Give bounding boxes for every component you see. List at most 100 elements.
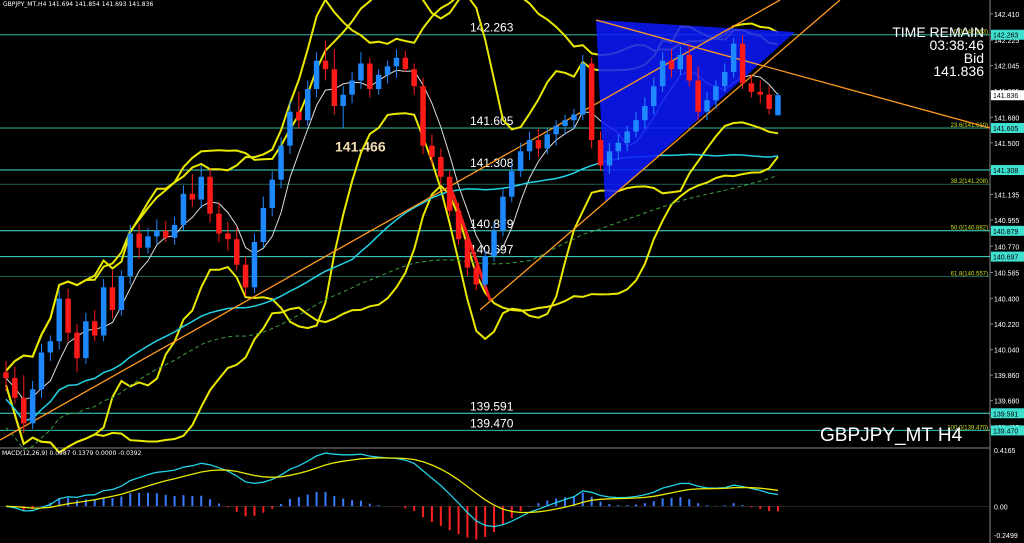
price-tick-label-8: 140.955: [994, 218, 1019, 225]
candle-body-35: [313, 60, 320, 89]
fib-label-2: 38.2(141.208): [951, 179, 988, 185]
candle-body-78: [695, 80, 701, 112]
candle-body-52: [464, 239, 471, 268]
macd-axis-top: 0.4165: [994, 448, 1016, 455]
macd-line: [5, 452, 779, 528]
candle-body-67: [597, 140, 604, 166]
candle-body-30: [269, 179, 275, 208]
candle-body-10: [92, 321, 98, 336]
candle-body-12: [109, 287, 116, 310]
axis-tag-6: 139.591: [993, 411, 1018, 418]
candle-body-11: [100, 287, 107, 336]
candle-body-24: [216, 213, 222, 234]
price-tick-label-11: 140.400: [994, 297, 1019, 304]
symbol-label: GBPJPY_MT H4: [820, 425, 963, 446]
candle-body-1: [12, 378, 18, 398]
price-tick-label-14: 139.860: [994, 373, 1019, 380]
candle-body-53: [473, 267, 479, 285]
candle-body-62: [553, 125, 559, 135]
candle-body-66: [588, 63, 595, 140]
candle-body-33: [296, 111, 302, 121]
price-tick-label-0: 142.410: [994, 12, 1019, 19]
candle-body-73: [651, 86, 657, 106]
price-tick-label-10: 140.585: [994, 270, 1019, 277]
macd-panel: 0.4165 0.00 -0.2499: [0, 448, 1018, 540]
fib-label-3: 50.0(140.882): [951, 225, 988, 231]
candle-body-54: [482, 256, 488, 285]
price-tick-label-13: 140.040: [994, 348, 1019, 355]
candle-body-13: [118, 276, 125, 310]
candle-body-23: [207, 176, 213, 214]
price-tick-label-15: 139.680: [994, 399, 1019, 406]
candle-body-74: [659, 60, 666, 87]
candle-body-48: [429, 145, 435, 157]
candle-body-31: [278, 145, 284, 180]
time-remain-panel: TIME REMAIN 03:38:46 Bid 141.836: [892, 25, 984, 79]
price-tick-label-2: 142.045: [994, 64, 1019, 71]
macd-axis-bottom: -0.2499: [994, 533, 1018, 540]
price-tick-label-5: 141.500: [994, 141, 1019, 148]
candle-body-70: [624, 131, 630, 143]
candle-body-36: [322, 60, 329, 70]
candle-body-5: [47, 341, 54, 353]
candle-body-9: [83, 321, 89, 359]
level-label-1: 141.605: [470, 114, 514, 128]
candle-body-75: [668, 60, 675, 70]
candle-body-0: [3, 372, 9, 378]
axis-tag-0: 142.263: [993, 33, 1018, 40]
candle-body-17: [154, 230, 160, 237]
ohlc-header: GBPJPY_MT,H4 141.694 141.854 141.693 141…: [3, 1, 154, 8]
candle-body-57: [509, 171, 515, 197]
price-axis: 142.410142.225142.045141.865141.680141.5…: [990, 12, 1024, 436]
candle-body-37: [331, 69, 338, 106]
candle-body-59: [526, 140, 533, 152]
candle-body-25: [225, 233, 231, 240]
candle-body-87: [775, 95, 781, 116]
candle-body-43: [384, 66, 391, 75]
candle-body-79: [704, 100, 710, 112]
candle-body-83: [739, 43, 746, 84]
candle-body-76: [677, 55, 684, 70]
axis-tag-7: 139.470: [993, 428, 1018, 435]
level-label-0: 142.263: [470, 21, 514, 35]
candle-body-14: [127, 233, 133, 276]
candle-body-86: [766, 94, 772, 109]
candle-body-6: [56, 298, 62, 342]
candle-body-85: [757, 91, 763, 95]
candle-body-20: [180, 193, 187, 225]
price-tick-label-9: 140.770: [994, 244, 1019, 251]
candle-body-42: [375, 74, 382, 89]
bid-value: 141.836: [933, 63, 984, 79]
candle-body-63: [562, 120, 568, 126]
axis-tag-2: 141.605: [993, 126, 1018, 133]
candle-body-39: [349, 80, 355, 95]
candle-body-58: [517, 151, 524, 172]
axis-tag-4: 140.879: [993, 229, 1018, 236]
candle-body-19: [171, 225, 178, 238]
candle-body-49: [438, 157, 444, 177]
candle-body-69: [615, 142, 621, 152]
candle-body-46: [411, 69, 417, 87]
candle-body-80: [713, 86, 719, 101]
candle-body-34: [305, 89, 311, 121]
axis-tag-1: 141.836: [993, 93, 1018, 100]
candle-body-26: [234, 239, 240, 265]
candle-body-56: [500, 196, 506, 231]
candle-body-16: [145, 236, 151, 248]
candle-body-61: [544, 134, 550, 149]
axis-tag-5: 140.697: [993, 255, 1018, 262]
candle-body-32: [287, 111, 293, 146]
fib-label-4: 61.8(140.557): [951, 271, 988, 277]
candle-body-55: [491, 230, 497, 257]
candle-body-81: [722, 72, 728, 87]
candle-body-64: [571, 114, 577, 121]
candle-body-68: [606, 151, 613, 166]
candle-body-21: [189, 193, 196, 200]
candle-body-2: [21, 397, 27, 424]
candle-body-41: [367, 63, 373, 89]
candle-body-18: [163, 230, 169, 238]
candle-body-84: [748, 83, 755, 92]
price-tick-label-7: 141.135: [994, 193, 1019, 200]
candle-body-65: [580, 63, 586, 115]
candle-body-47: [420, 86, 426, 146]
